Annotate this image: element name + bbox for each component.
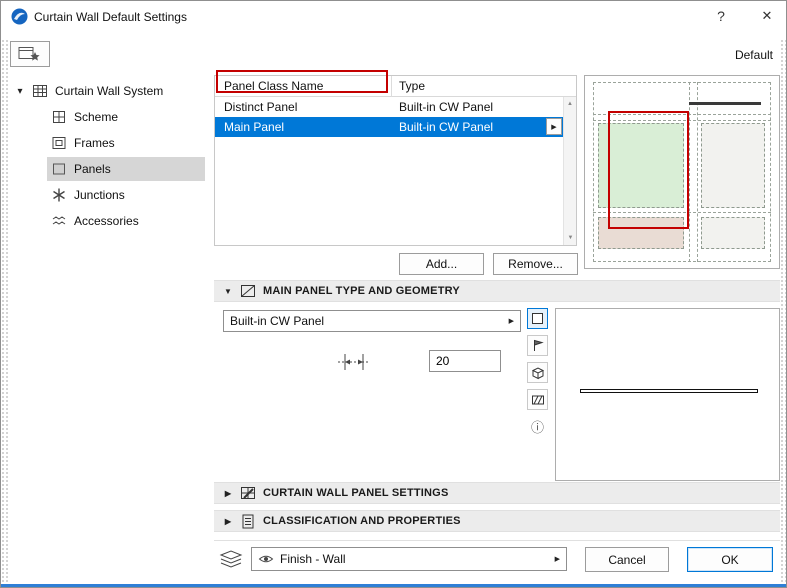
remove-button[interactable]: Remove... (493, 253, 578, 275)
info-icon[interactable]: ⓘ (527, 416, 548, 437)
column-header-type[interactable]: Type (399, 79, 425, 93)
section-flag-icon (530, 338, 545, 353)
panel-class-list: Panel Class Name Type Distinct Panel Bui… (214, 75, 577, 246)
curtain-wall-default-settings-dialog: Curtain Wall Default Settings ? ✕ Defaul… (0, 0, 787, 588)
window-edge-texture-right (780, 39, 786, 585)
row-options-arrow-icon: ▶ (551, 123, 557, 131)
preview-mode-section-button[interactable] (527, 335, 548, 356)
panel-type-dropdown[interactable]: Built-in CW Panel ▶ (223, 310, 521, 332)
section-header-main-panel-geometry[interactable]: ▼ MAIN PANEL TYPE AND GEOMETRY (214, 280, 780, 302)
panel-type-value: Built-in CW Panel (230, 314, 325, 328)
window-edge-texture-left (1, 39, 9, 585)
preview-bottom-side-panel (701, 217, 765, 249)
column-divider[interactable] (391, 76, 392, 97)
add-button[interactable]: Add... (399, 253, 484, 275)
window-title: Curtain Wall Default Settings (34, 10, 187, 24)
preview-mode-hatch-button[interactable] (527, 389, 548, 410)
dropdown-arrow-icon: ▶ (508, 318, 514, 325)
app-icon (11, 8, 28, 25)
tree-item-curtain-wall-system[interactable]: ▾ Curtain Wall System (11, 79, 163, 103)
tree-item-frames[interactable]: Frames (47, 131, 115, 155)
scheme-icon (51, 109, 67, 125)
panels-icon (51, 161, 67, 177)
cube-icon (530, 365, 546, 381)
favorite-name-label: Default (734, 48, 773, 62)
tree-item-label: Scheme (74, 110, 119, 124)
classification-icon (240, 514, 256, 529)
panel-class-name-cell: Main Panel (224, 120, 285, 134)
table-row[interactable]: Distinct Panel Built-in CW Panel (215, 97, 564, 117)
table-scrollbar[interactable]: ▲ ▼ (563, 97, 576, 245)
tree-item-label: Curtain Wall System (55, 84, 164, 98)
tree-item-junctions[interactable]: Junctions (47, 183, 125, 207)
dropdown-arrow-icon: ▶ (554, 556, 560, 563)
cancel-button[interactable]: Cancel (585, 547, 669, 572)
cw-panel-settings-icon (240, 486, 256, 501)
annotation-box-main-panel (608, 111, 689, 229)
close-button[interactable]: ✕ (748, 1, 786, 31)
preview-mullion-line (697, 82, 698, 262)
tree-item-panels[interactable]: Panels (47, 157, 205, 181)
annotation-box-panel-class-name (216, 70, 388, 93)
tree-item-label: Panels (74, 162, 111, 176)
frames-icon (51, 135, 67, 151)
tree-item-label: Accessories (74, 214, 139, 228)
section-closed-icon: ▶ (224, 488, 232, 498)
panel-class-name-cell: Distinct Panel (224, 100, 298, 114)
junctions-icon (51, 187, 67, 203)
hatch-icon (530, 392, 546, 408)
tree-item-accessories[interactable]: Accessories (47, 209, 139, 233)
ok-button[interactable]: OK (687, 547, 773, 572)
tree-expander-icon[interactable]: ▾ (15, 86, 25, 97)
panel-geometry-icon (240, 284, 256, 299)
eye-icon (258, 553, 274, 565)
panel-thickness-icon (337, 352, 371, 372)
layers-icon (217, 549, 245, 569)
section-open-icon: ▼ (223, 286, 233, 296)
titlebar: Curtain Wall Default Settings ? ✕ (1, 1, 786, 33)
plan-symbol-icon (530, 311, 545, 326)
section-header-classification[interactable]: ▶ CLASSIFICATION AND PROPERTIES (214, 510, 780, 532)
preview-side-panel (701, 123, 765, 208)
settings-tree: ▾ Curtain Wall System Scheme Frames Pane… (9, 75, 206, 539)
scroll-down-icon[interactable]: ▼ (564, 231, 577, 245)
panel-thickness-input[interactable] (429, 350, 501, 372)
accessories-icon (51, 213, 67, 229)
layer-value: Finish - Wall (280, 552, 346, 566)
section-header-cw-panel-settings[interactable]: ▶ CURTAIN WALL PANEL SETTINGS (214, 482, 780, 504)
scroll-up-icon[interactable]: ▲ (564, 97, 576, 111)
preview-mullion-line (689, 82, 690, 262)
section-title: CLASSIFICATION AND PROPERTIES (263, 515, 461, 527)
panel-type-cell: Built-in CW Panel (399, 120, 494, 134)
preview-mode-3d-button[interactable] (527, 362, 548, 383)
tree-item-scheme[interactable]: Scheme (47, 105, 118, 129)
panel-section-line (580, 389, 758, 393)
table-row-selected[interactable]: Main Panel Built-in CW Panel ▶ (215, 117, 564, 137)
row-options-button[interactable]: ▶ (546, 118, 562, 135)
preview-mode-plan-button[interactable] (527, 308, 548, 329)
section-title: CURTAIN WALL PANEL SETTINGS (263, 487, 449, 499)
tree-item-label: Frames (74, 136, 115, 150)
preview-frame-bar (689, 102, 761, 105)
section-title: MAIN PANEL TYPE AND GEOMETRY (263, 285, 460, 297)
footer-separator (214, 540, 780, 541)
panel-type-cell: Built-in CW Panel (399, 100, 494, 114)
curtain-wall-system-icon (32, 83, 48, 99)
panel-section-preview (555, 308, 780, 481)
window-border-accent (1, 584, 786, 587)
favorites-icon (18, 46, 42, 63)
section-closed-icon: ▶ (224, 516, 232, 526)
help-button[interactable]: ? (704, 1, 738, 31)
layer-dropdown[interactable]: Finish - Wall ▶ (251, 547, 567, 571)
favorites-button[interactable] (10, 41, 50, 67)
tree-item-label: Junctions (74, 188, 125, 202)
